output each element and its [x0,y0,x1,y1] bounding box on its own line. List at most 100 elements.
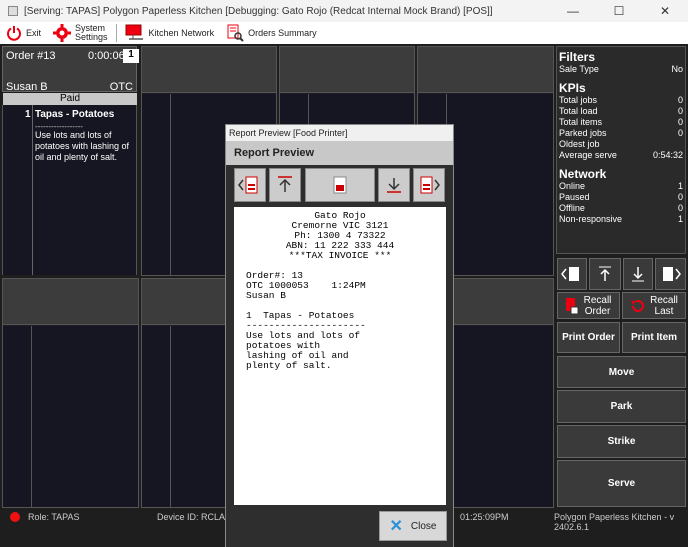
clock-text: 01:25:09PM [460,512,509,522]
undo-icon [630,298,646,314]
scroll-down-button[interactable] [623,258,653,290]
arrow-down-icon [385,176,403,194]
recall-order-label: Recall Order [583,294,612,317]
next-page-button[interactable] [655,258,686,290]
order-slot-header [142,47,276,93]
close-label: Close [410,520,437,532]
order-slot-header [3,279,138,325]
role-text: Role: TAPAS [28,512,80,522]
receipt-tax-invoice: ***TAX INVOICE *** [288,250,392,261]
arrow-up-icon [276,176,294,194]
scroll-up-button[interactable] [589,258,621,290]
order-slot[interactable] [2,278,139,508]
status-indicator-icon [10,512,20,522]
next-document-icon [417,175,441,195]
last-page-button[interactable] [413,168,445,202]
system-settings-button[interactable]: System Settings [47,22,114,44]
receipt-note-4: plenty of salt. [246,360,332,371]
version-text: Polygon Paperless Kitchen - v 2402.6.1 [554,512,675,532]
monitor-network-icon [125,24,145,42]
print-item-button[interactable]: Print Item [622,322,686,353]
stats-panel: Filters Sale Type No KPIs Total jobs 0 To… [556,46,686,254]
network-row: Offline 0 [559,203,683,214]
network-value: 1 [677,181,683,191]
order-number: Order #13 [6,50,56,62]
recall-last-label: Recall Last [650,294,678,317]
network-heading: Network [559,167,607,181]
maximize-button[interactable]: ☐ [596,4,642,18]
order-card-body[interactable]: 1 Tapas - Potatoes ------------------ Us… [2,105,137,275]
dialog-scroll-down-button[interactable] [378,168,410,202]
network-label: Offline [559,203,585,213]
print-order-button[interactable]: Print Order [557,322,620,353]
kpi-label: Oldest job [559,139,600,149]
kpi-value: 0 [677,128,683,138]
prev-document-icon [561,265,583,283]
dialog-title: Report Preview [Food Printer] [226,125,453,141]
dialog-heading: Report Preview [226,141,453,165]
minimize-button[interactable]: — [550,4,596,18]
kitchen-network-label: Kitchen Network [148,27,215,38]
current-page-button[interactable] [305,168,375,202]
document-icon [333,176,347,194]
sale-type-row[interactable]: Sale Type No [559,64,683,75]
network-label: Online [559,181,586,191]
kpi-row: Oldest job [559,139,683,150]
receipt-preview: Gato Rojo Cremorne VIC 3121 Ph: 1300 4 7… [234,207,446,505]
power-icon [6,25,22,41]
kpi-row: Total jobs 0 [559,95,683,106]
orders-summary-button[interactable]: Orders Summary [220,22,323,44]
order-slot-header [418,47,553,93]
order-card-header[interactable]: Order #13 0:00:06 1 Susan B OTC [2,46,139,93]
item-name: Tapas - Potatoes [35,109,115,120]
kpi-row: Total items 0 [559,117,683,128]
order-channel: OTC [109,81,133,93]
serve-button[interactable]: Serve [557,460,686,507]
network-label: Paused [559,192,590,202]
arrow-up-icon [597,266,613,282]
item-note: Use lots and lots of potatoes with lashi… [35,130,130,162]
strike-button[interactable]: Strike [557,425,686,458]
network-row: Online 1 [559,181,683,192]
kpi-label: Parked jobs [559,128,607,138]
kpi-value: 0:54:32 [652,150,683,160]
order-item-count: 1 [123,49,139,63]
toolbar: Exit System Settings Kitchen Network Orde… [0,22,688,44]
prev-page-button[interactable] [557,258,587,290]
dialog-nav [226,165,453,205]
recall-last-button[interactable]: Recall Last [622,292,686,319]
app-icon [8,6,18,16]
network-label: Non-responsive [559,214,623,224]
network-row: Non-responsive 1 [559,214,683,225]
order-slot-header [280,47,414,93]
item-quantity: 1 [25,109,31,120]
dialog-footer: ✕ Close [226,505,453,547]
network-value: 0 [677,192,683,202]
network-row: Paused 0 [559,192,683,203]
kitchen-network-button[interactable]: Kitchen Network [119,22,221,44]
close-dialog-button[interactable]: ✕ Close [379,511,447,541]
kpi-value: 0 [677,106,683,116]
kpi-value: 0 [677,95,683,105]
kpi-row: Parked jobs 0 [559,128,683,139]
next-document-icon [660,265,682,283]
close-window-button[interactable]: ✕ [642,4,688,18]
dialog-scroll-up-button[interactable] [269,168,301,202]
kpis-heading: KPIs [559,81,586,95]
network-value: 0 [677,203,683,213]
recall-order-button[interactable]: Recall Order [557,292,620,319]
receipt-customer: Susan B [246,290,286,301]
sale-type-label: Sale Type [559,64,599,74]
first-page-button[interactable] [234,168,266,202]
sale-type-value: No [671,64,683,74]
toolbar-divider [115,24,117,42]
kpi-label: Total load [559,106,598,116]
title-bar: [Serving: TAPAS] Polygon Paperless Kitch… [0,0,688,22]
park-button[interactable]: Park [557,390,686,423]
order-customer: Susan B [6,81,48,93]
move-button[interactable]: Move [557,356,686,388]
network-value: 1 [677,214,683,224]
exit-button[interactable]: Exit [0,22,47,44]
prev-document-icon [238,175,262,195]
orders-summary-label: Orders Summary [248,27,317,38]
